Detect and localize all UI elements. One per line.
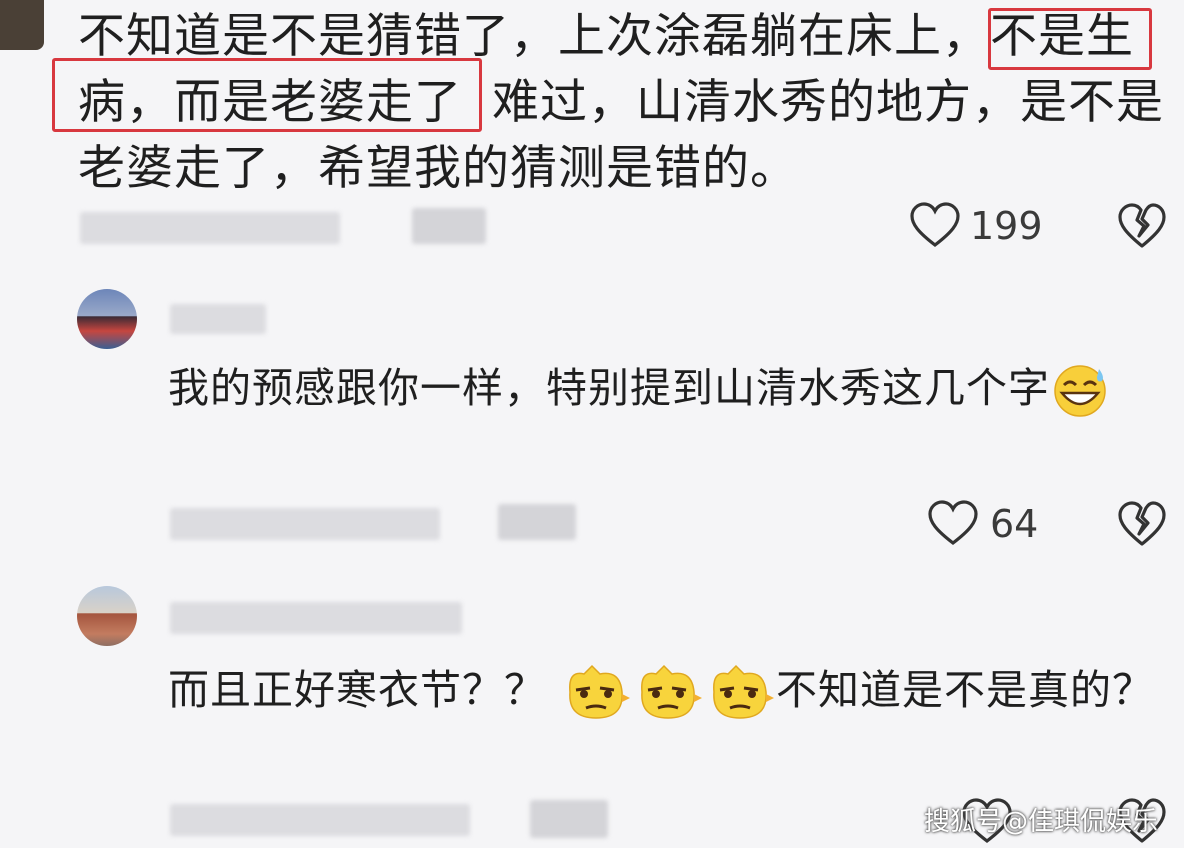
grinning-sweat-emoji	[1054, 365, 1106, 417]
watermark: 搜狐号@佳琪侃娱乐	[923, 807, 1158, 837]
reply-2-text-after: 不知道是不是真的？	[776, 666, 1155, 714]
blurred-username	[170, 304, 266, 334]
highlight-box-line2	[52, 58, 482, 132]
blurred-reply-link[interactable]	[498, 504, 576, 540]
highlight-box-line1	[988, 8, 1152, 70]
reply-text: 而且正好寒衣节？？ 不知道是不是真的？	[168, 658, 1158, 722]
blurred-reply-link[interactable]	[412, 208, 486, 244]
smirk-emoji	[713, 664, 775, 719]
blurred-meta	[170, 508, 440, 540]
blurred-meta	[80, 212, 340, 244]
heart-icon[interactable]	[910, 202, 960, 248]
broken-heart-icon[interactable]	[1118, 501, 1166, 547]
smirk-emoji	[569, 664, 631, 719]
heart-icon[interactable]	[928, 500, 978, 546]
broken-heart-icon[interactable]	[1118, 203, 1166, 249]
top-avatar[interactable]	[0, 0, 44, 50]
avatar[interactable]	[77, 586, 137, 646]
comment-text-part1: 不知道是不是猜错了，上次涂磊躺在床上，	[78, 9, 990, 64]
reply-2-text-before: 而且正好寒衣节？？	[168, 666, 546, 714]
blurred-reply-link[interactable]	[530, 800, 608, 838]
like-count: 64	[990, 502, 1039, 546]
reply-1-text: 我的预感跟你一样，特别提到山清水秀这几个字	[168, 364, 1050, 412]
smirk-emoji	[641, 664, 703, 719]
avatar[interactable]	[77, 289, 137, 349]
blurred-username	[170, 602, 462, 634]
blurred-meta	[170, 804, 470, 836]
like-count: 199	[970, 204, 1043, 248]
reply-text: 我的预感跟你一样，特别提到山清水秀这几个字	[168, 356, 1158, 420]
